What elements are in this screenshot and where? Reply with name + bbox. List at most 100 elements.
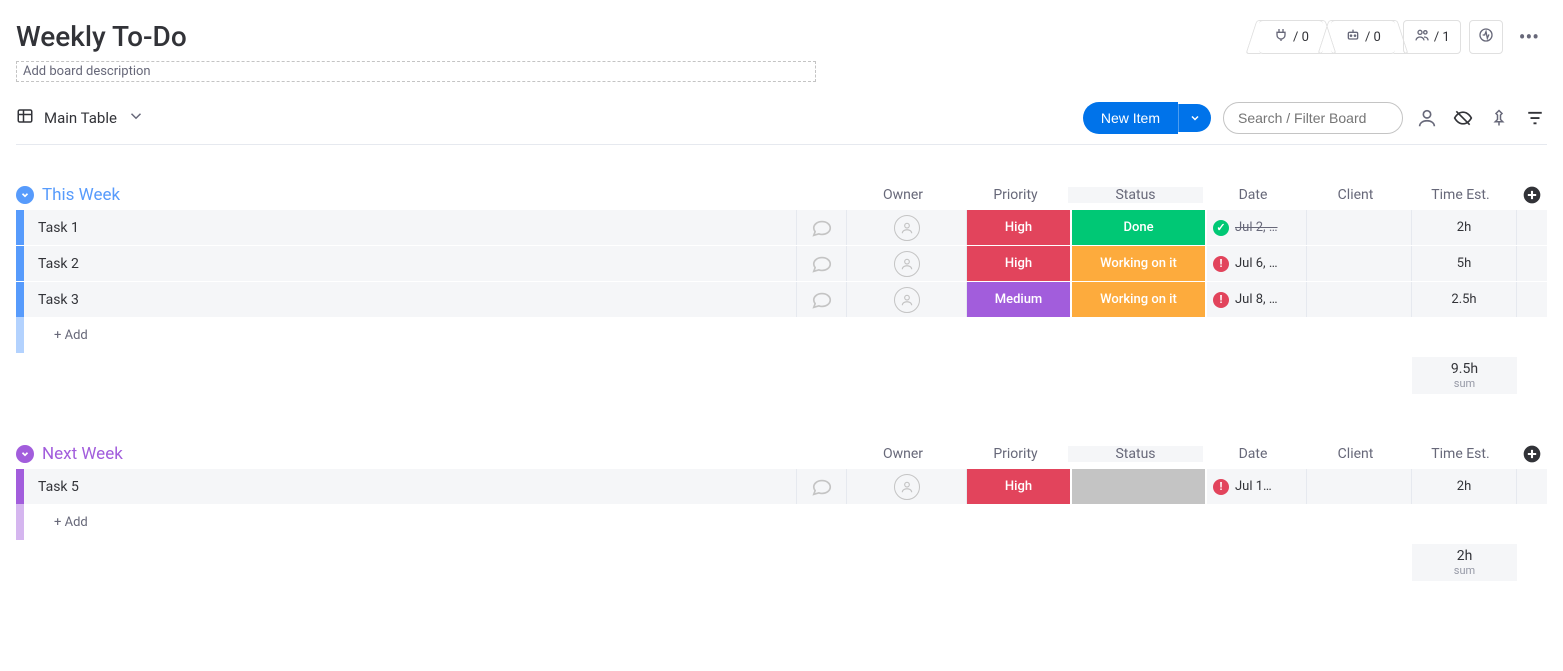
view-name: Main Table bbox=[44, 109, 117, 127]
task-name[interactable]: Task 5 bbox=[24, 469, 797, 504]
date-cell[interactable]: !Jul 1… bbox=[1207, 469, 1307, 504]
add-row[interactable]: + Add bbox=[16, 317, 1547, 353]
view-selector[interactable]: Main Table bbox=[16, 107, 145, 129]
col-time[interactable]: Time Est. bbox=[1408, 446, 1513, 462]
client-cell[interactable] bbox=[1307, 282, 1412, 317]
add-row-text[interactable]: + Add bbox=[24, 504, 1547, 540]
time-cell[interactable]: 2h bbox=[1412, 210, 1517, 245]
client-cell[interactable] bbox=[1307, 210, 1412, 245]
chat-cell[interactable] bbox=[797, 282, 847, 317]
priority-cell[interactable]: High bbox=[967, 210, 1072, 245]
col-client[interactable]: Client bbox=[1303, 187, 1408, 203]
automations-chip[interactable]: / 0 bbox=[1331, 20, 1395, 54]
owner-avatar-placeholder[interactable] bbox=[894, 215, 920, 241]
table-row[interactable]: Task 3 MediumWorking on it!Jul 8, … 2.5h bbox=[16, 281, 1547, 317]
chat-cell[interactable] bbox=[797, 469, 847, 504]
table-row[interactable]: Task 5 High !Jul 1… 2h bbox=[16, 468, 1547, 504]
time-cell[interactable]: 5h bbox=[1412, 246, 1517, 281]
date-text: Jul 2, … bbox=[1235, 220, 1278, 235]
task-name[interactable]: Task 3 bbox=[24, 282, 797, 317]
col-status[interactable]: Status bbox=[1068, 187, 1203, 203]
chat-cell[interactable] bbox=[797, 210, 847, 245]
priority-cell[interactable]: Medium bbox=[967, 282, 1072, 317]
status-cell[interactable] bbox=[1072, 469, 1207, 504]
add-column-icon[interactable] bbox=[1522, 444, 1542, 464]
board-title[interactable]: Weekly To-Do bbox=[16, 20, 816, 53]
client-cell[interactable] bbox=[1307, 469, 1412, 504]
collapse-toggle[interactable] bbox=[16, 445, 34, 463]
time-sum: 2hsum bbox=[1412, 544, 1517, 581]
owner-avatar-placeholder[interactable] bbox=[894, 251, 920, 277]
table-row[interactable]: Task 2 HighWorking on it!Jul 6, … 5h bbox=[16, 245, 1547, 281]
task-name[interactable]: Task 2 bbox=[24, 246, 797, 281]
priority-cell[interactable]: High bbox=[967, 246, 1072, 281]
col-status[interactable]: Status bbox=[1068, 446, 1203, 462]
group-title[interactable]: This Week bbox=[42, 185, 120, 205]
row-tail bbox=[1517, 282, 1547, 317]
col-date[interactable]: Date bbox=[1203, 446, 1303, 462]
chat-icon[interactable] bbox=[811, 289, 833, 311]
col-owner[interactable]: Owner bbox=[843, 446, 963, 462]
table-row[interactable]: Task 1 HighDone ✓ Jul 2, … 2h bbox=[16, 209, 1547, 245]
add-column-icon[interactable] bbox=[1522, 185, 1542, 205]
status-cell[interactable]: Working on it bbox=[1072, 246, 1207, 281]
row-tail bbox=[1517, 469, 1547, 504]
board-description[interactable]: Add board description bbox=[16, 61, 816, 82]
col-priority[interactable]: Priority bbox=[963, 446, 1068, 462]
status-cell[interactable]: Done bbox=[1072, 210, 1207, 245]
col-time[interactable]: Time Est. bbox=[1408, 187, 1513, 203]
owner-cell[interactable] bbox=[847, 210, 967, 245]
owner-avatar-placeholder[interactable] bbox=[894, 287, 920, 313]
more-menu[interactable]: ••• bbox=[1511, 21, 1547, 53]
group-nextweek: Next Week OwnerPriorityStatusDateClientTi… bbox=[16, 444, 1547, 581]
date-text: Jul 8, … bbox=[1235, 292, 1278, 307]
new-item-dropdown[interactable] bbox=[1178, 104, 1211, 132]
activity-icon bbox=[1478, 27, 1494, 47]
robot-icon bbox=[1345, 27, 1361, 47]
priority-cell[interactable]: High bbox=[967, 469, 1072, 504]
add-row-text[interactable]: + Add bbox=[24, 317, 1547, 353]
status-cell[interactable]: Working on it bbox=[1072, 282, 1207, 317]
time-cell[interactable]: 2.5h bbox=[1412, 282, 1517, 317]
members-chip[interactable]: / 1 bbox=[1403, 20, 1461, 54]
people-icon bbox=[1414, 27, 1430, 47]
integrations-chip[interactable]: / 0 bbox=[1259, 20, 1323, 54]
chat-icon[interactable] bbox=[811, 217, 833, 239]
activity-chip[interactable] bbox=[1469, 20, 1503, 54]
new-item-button[interactable]: New Item bbox=[1083, 102, 1178, 134]
task-name[interactable]: Task 1 bbox=[24, 210, 797, 245]
client-cell[interactable] bbox=[1307, 246, 1412, 281]
time-cell[interactable]: 2h bbox=[1412, 469, 1517, 504]
date-text: Jul 6, … bbox=[1235, 256, 1278, 271]
col-client[interactable]: Client bbox=[1303, 446, 1408, 462]
col-priority[interactable]: Priority bbox=[963, 187, 1068, 203]
person-filter-icon[interactable] bbox=[1415, 106, 1439, 130]
date-cell[interactable]: !Jul 6, … bbox=[1207, 246, 1307, 281]
date-cell[interactable]: !Jul 8, … bbox=[1207, 282, 1307, 317]
chat-cell[interactable] bbox=[797, 246, 847, 281]
owner-cell[interactable] bbox=[847, 282, 967, 317]
pin-icon[interactable] bbox=[1487, 106, 1511, 130]
search-input[interactable] bbox=[1223, 102, 1403, 134]
add-row[interactable]: + Add bbox=[16, 504, 1547, 540]
chat-icon[interactable] bbox=[811, 476, 833, 498]
date-cell[interactable]: ✓ Jul 2, … bbox=[1207, 210, 1307, 245]
row-color-bar bbox=[16, 210, 24, 245]
hidden-columns-icon[interactable] bbox=[1451, 106, 1475, 130]
owner-cell[interactable] bbox=[847, 246, 967, 281]
collapse-toggle[interactable] bbox=[16, 186, 34, 204]
filter-icon[interactable] bbox=[1523, 106, 1547, 130]
chat-icon[interactable] bbox=[811, 253, 833, 275]
board-toolbar: Main Table New Item bbox=[16, 102, 1547, 145]
owner-avatar-placeholder[interactable] bbox=[894, 474, 920, 500]
row-tail bbox=[1517, 210, 1547, 245]
sum-row: 9.5hsum bbox=[16, 357, 1547, 394]
deadline-indicator-icon: ✓ bbox=[1213, 220, 1229, 236]
group-title[interactable]: Next Week bbox=[42, 444, 123, 464]
row-color-bar bbox=[16, 469, 24, 504]
automations-count: / 0 bbox=[1365, 30, 1381, 45]
owner-cell[interactable] bbox=[847, 469, 967, 504]
col-owner[interactable]: Owner bbox=[843, 187, 963, 203]
col-date[interactable]: Date bbox=[1203, 187, 1303, 203]
time-sum: 9.5hsum bbox=[1412, 357, 1517, 394]
